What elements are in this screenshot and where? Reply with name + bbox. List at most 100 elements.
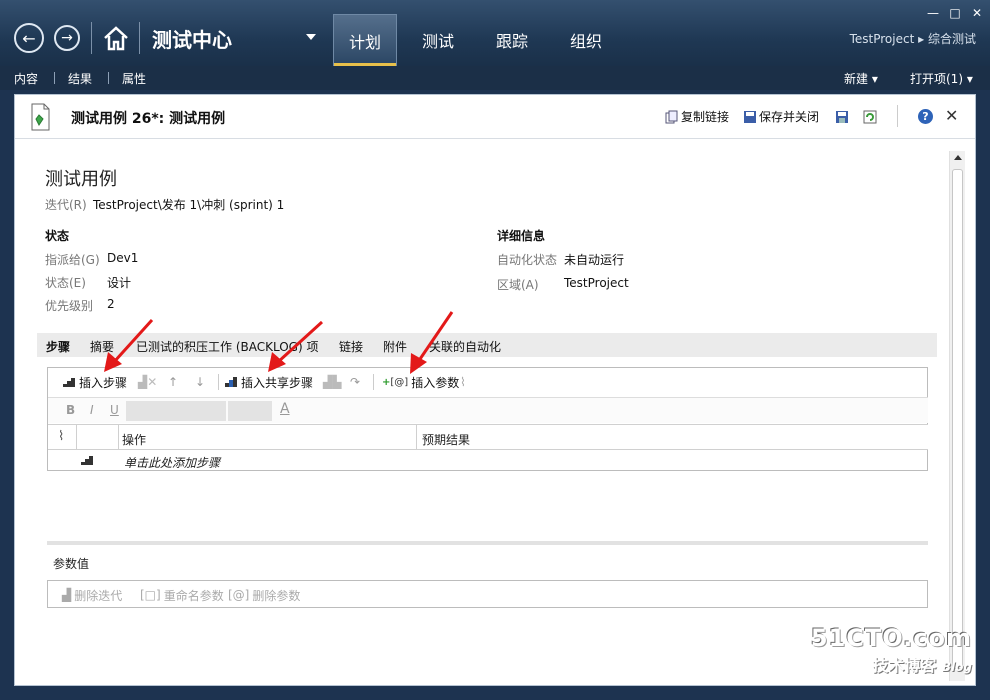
save-icon — [744, 110, 756, 123]
scrollbar-thumb[interactable] — [952, 169, 963, 669]
test-case-panel: 测试用例 26*: 测试用例 复制链接 保存并关闭 ? ✕ 测试用例 迭代(R)… — [14, 94, 976, 686]
subnav-content[interactable]: 内容 — [14, 70, 38, 87]
assigned-value[interactable]: Dev1 — [107, 251, 138, 265]
help-icon[interactable]: ? — [918, 109, 933, 124]
tab-summary[interactable]: 摘要 — [90, 338, 114, 355]
form-heading: 测试用例 — [45, 169, 117, 190]
move-down-icon[interactable]: ↓ — [195, 368, 205, 396]
chevron-down-icon: ▾ — [871, 72, 878, 86]
steps-grid-header: ⌇ 操作 预期结果 — [48, 424, 928, 450]
rename-parameter-button[interactable]: [□] 重命名参数 — [140, 581, 224, 609]
tab-attachments[interactable]: 附件 — [383, 338, 407, 355]
back-icon[interactable]: ← — [14, 23, 44, 53]
attachment-icon[interactable]: ⌇ — [460, 368, 466, 396]
minimize-button[interactable]: — — [925, 6, 941, 20]
chevron-down-icon[interactable] — [306, 34, 316, 40]
underline-button[interactable]: U — [110, 403, 119, 417]
forward-icon[interactable]: → — [54, 25, 80, 51]
save-close-label: 保存并关闭 — [759, 110, 820, 124]
priority-label: 优先级别 — [45, 299, 94, 313]
insert-step-label: 插入步骤 — [79, 375, 128, 390]
tab-track[interactable]: 跟踪 — [480, 14, 544, 66]
copy-link-icon — [665, 110, 678, 123]
tab-test[interactable]: 测试 — [406, 14, 470, 66]
divider — [76, 425, 77, 449]
open-items-button[interactable]: 打开项(1) ▾ — [910, 70, 973, 87]
params-toolbar: ▟ 删除迭代 [□] 重命名参数 [@] 删除参数 — [47, 580, 928, 608]
detail-tabs: 步骤 摘要 已测试的积压工作 (BACKLOG) 项 链接 附件 关联的自动化 — [37, 333, 937, 357]
delete-iteration-button[interactable]: ▟ 删除迭代 — [62, 581, 122, 609]
breadcrumb-page[interactable]: 综合测试 — [928, 32, 976, 46]
close-window-button[interactable]: ✕ — [969, 6, 985, 20]
open-items-label: 打开项(1) — [910, 72, 963, 86]
details-section-title: 详细信息 — [497, 229, 546, 243]
home-icon[interactable] — [102, 24, 130, 52]
tab-links[interactable]: 链接 — [339, 338, 363, 355]
shared-steps-edit-icon[interactable]: ▟▙ — [323, 368, 341, 396]
font-color-button[interactable]: A — [280, 401, 290, 417]
tab-automation[interactable]: 关联的自动化 — [429, 338, 501, 355]
maximize-button[interactable]: □ — [947, 6, 963, 20]
tab-steps[interactable]: 步骤 — [46, 338, 70, 355]
iteration-value[interactable]: TestProject\发布 1\冲刺 (sprint) 1 — [93, 196, 284, 213]
splitter[interactable] — [47, 541, 928, 545]
divider — [91, 22, 92, 54]
priority-value[interactable]: 2 — [107, 297, 115, 311]
save-icon[interactable] — [835, 110, 849, 124]
action-column-header[interactable]: 操作 — [122, 431, 146, 448]
divider — [416, 425, 417, 449]
save-close-button[interactable]: 保存并关闭 — [743, 108, 819, 125]
delete-parameter-button[interactable]: [@] 删除参数 — [228, 581, 300, 609]
copy-link-button[interactable]: 复制链接 — [665, 108, 729, 125]
chevron-down-icon: ▾ — [966, 72, 973, 86]
delete-step-icon[interactable]: ▟✕ — [138, 368, 157, 396]
subnav-properties[interactable]: 属性 — [122, 70, 146, 87]
font-family-select[interactable] — [126, 401, 226, 421]
app-title: 测试中心 — [152, 28, 232, 52]
test-case-icon — [31, 103, 50, 131]
automation-value[interactable]: 未自动运行 — [564, 251, 624, 268]
tab-organize[interactable]: 组织 — [554, 14, 618, 66]
step-icon — [81, 456, 93, 465]
status-section-title: 状态 — [45, 229, 70, 243]
expected-column-header[interactable]: 预期结果 — [422, 431, 470, 448]
redo-icon[interactable]: ↷ — [350, 368, 360, 396]
vertical-scrollbar[interactable] — [949, 151, 965, 681]
watermark-blog: Blog — [941, 660, 972, 674]
close-icon[interactable]: ✕ — [945, 106, 958, 125]
panel-header: 测试用例 26*: 测试用例 复制链接 保存并关闭 ? ✕ — [15, 95, 975, 139]
add-step-hint[interactable]: 单击此处添加步骤 — [124, 454, 220, 471]
sub-nav-bar: 内容 结果 属性 新建 ▾ 打开项(1) ▾ — [0, 66, 990, 90]
tab-tested-backlog[interactable]: 已测试的积压工作 (BACKLOG) 项 — [136, 338, 318, 355]
copy-link-label: 复制链接 — [681, 110, 730, 124]
subnav-results[interactable]: 结果 — [68, 70, 92, 87]
insert-parameter-button[interactable]: +[@] 插入参数 — [382, 368, 459, 396]
iteration-label: 迭代(R) — [45, 198, 87, 212]
scroll-up-icon[interactable] — [954, 155, 962, 160]
move-up-icon[interactable]: ↑ — [168, 368, 178, 396]
panel-title: 测试用例 26*: 测试用例 — [71, 111, 226, 127]
add-step-row[interactable]: 单击此处添加步骤 — [48, 451, 928, 471]
rename-parameter-icon: [□] — [140, 588, 161, 602]
italic-button[interactable]: I — [90, 403, 94, 417]
divider — [373, 374, 374, 390]
shared-steps-icon — [225, 377, 237, 387]
state-value[interactable]: 设计 — [107, 274, 131, 291]
area-value[interactable]: TestProject — [564, 276, 629, 290]
breadcrumb-project[interactable]: TestProject — [850, 32, 915, 46]
insert-shared-steps-label: 插入共享步骤 — [241, 375, 314, 390]
refresh-icon[interactable] — [863, 110, 877, 124]
bold-button[interactable]: B — [66, 403, 75, 417]
state-label: 状态(E) — [45, 276, 86, 290]
font-size-select[interactable] — [228, 401, 272, 421]
breadcrumb: TestProject ▸ 综合测试 — [850, 30, 976, 47]
tab-plan[interactable]: 计划 — [333, 14, 397, 66]
divider — [54, 72, 55, 84]
new-button[interactable]: 新建 ▾ — [844, 70, 878, 87]
insert-shared-steps-button[interactable]: 插入共享步骤 — [224, 368, 313, 396]
delete-parameter-icon: [@] — [228, 588, 250, 602]
rename-parameter-label: 重命名参数 — [163, 588, 224, 603]
insert-step-button[interactable]: 插入步骤 — [62, 368, 127, 396]
delete-iteration-label: 删除迭代 — [74, 588, 123, 603]
steps-editor: 插入步骤 ▟✕ ↑ ↓ 插入共享步骤 ▟▙ ↷ +[@] 插入参数 ⌇ B I … — [47, 367, 928, 471]
